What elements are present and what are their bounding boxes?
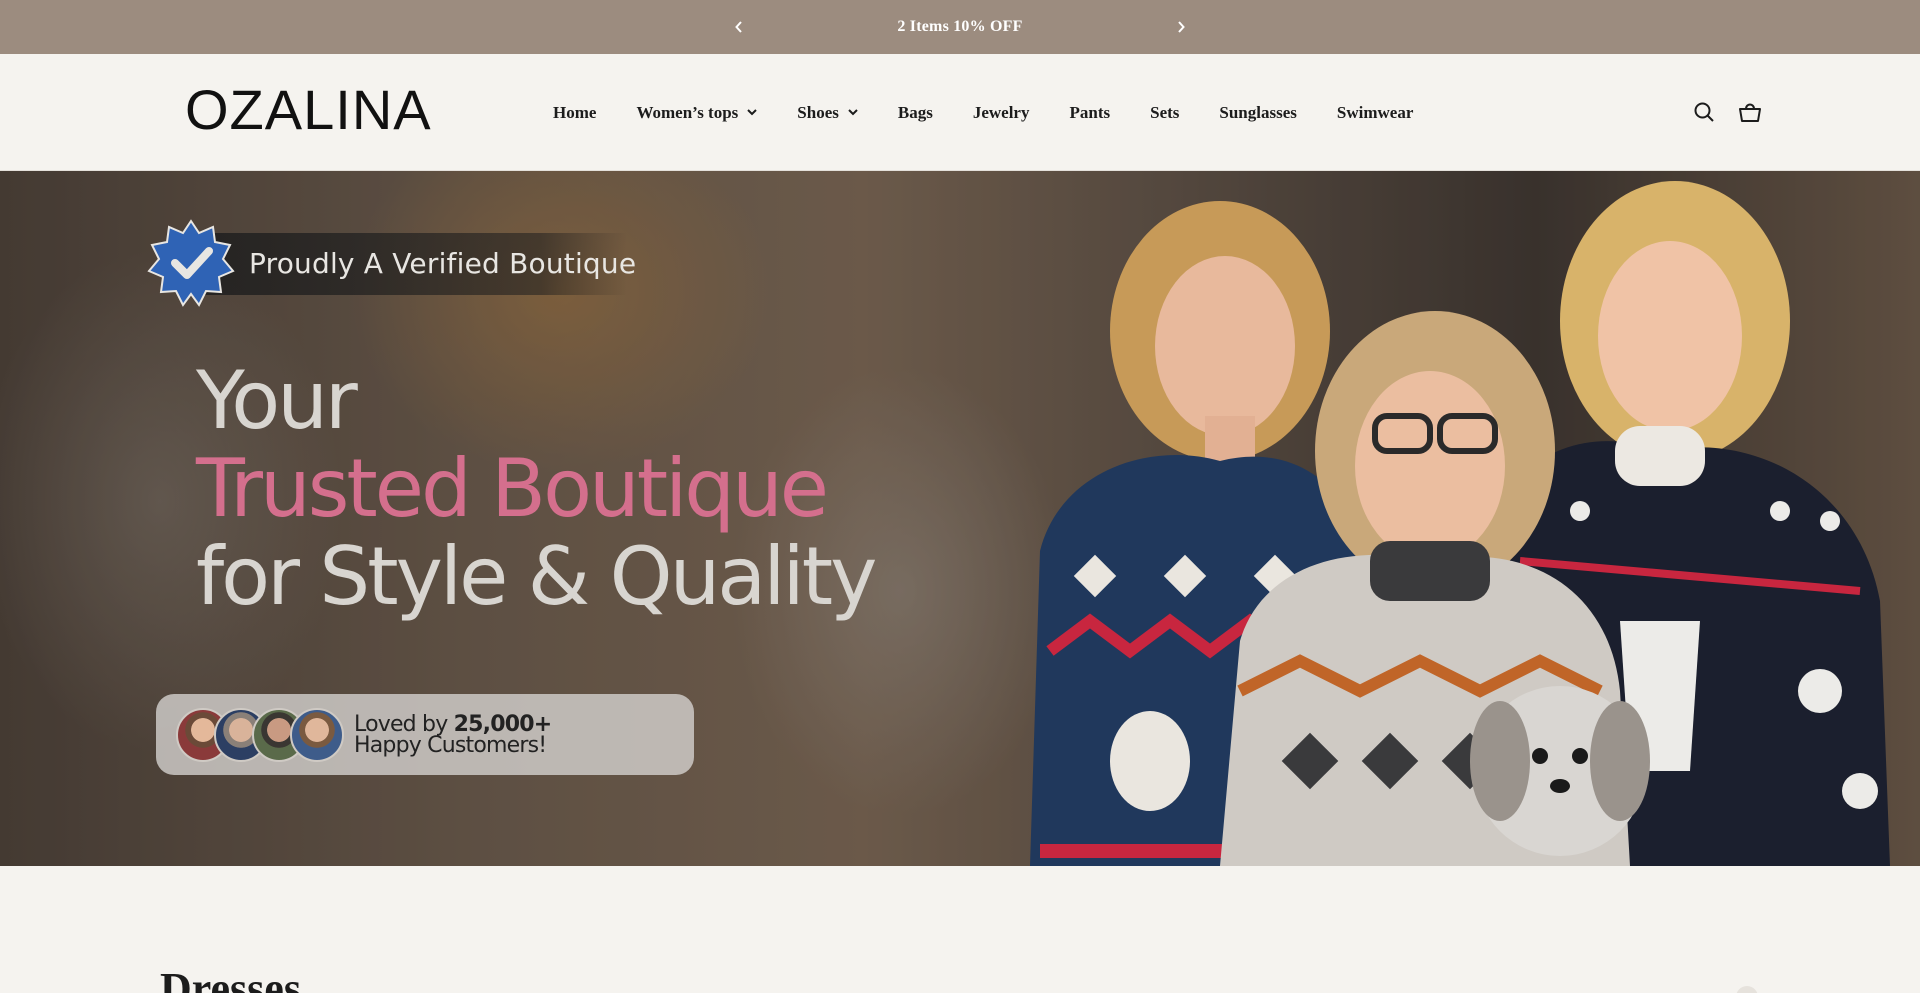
nav-label: Pants <box>1069 102 1111 122</box>
nav-label: Home <box>553 102 597 122</box>
nav-label: Jewelry <box>972 102 1030 122</box>
chevron-left-icon <box>735 21 742 33</box>
customer-avatars <box>176 707 344 762</box>
nav-item-sunglasses[interactable]: Sunglasses <box>1219 103 1296 123</box>
hero-people-image <box>1030 181 1890 866</box>
nav-item-pants[interactable]: Pants <box>1069 103 1110 123</box>
nav-item-jewelry[interactable]: Jewelry <box>973 103 1030 123</box>
chevron-down-icon <box>848 109 858 116</box>
carousel-control[interactable] <box>1736 986 1758 993</box>
announcement-bar: 2 Items 10% OFF <box>0 0 1920 54</box>
nav-label: Shoes <box>797 102 839 122</box>
chevron-down-icon <box>747 109 758 116</box>
verified-text: Proudly A Verified Boutique <box>249 246 637 280</box>
cart-icon[interactable] <box>1738 100 1762 124</box>
nav-item-shoes[interactable]: Shoes <box>797 103 858 123</box>
nav-label: Women’s tops <box>636 102 739 122</box>
search-icon[interactable] <box>1692 100 1716 124</box>
headline-line-2: Trusted Boutique <box>196 442 829 535</box>
chevron-right-icon <box>1178 21 1185 33</box>
site-header: OZALINA Home Women’s tops Shoes Bags Jew… <box>0 54 1920 171</box>
announcement-prev-button[interactable] <box>729 17 749 37</box>
nav-item-home[interactable]: Home <box>553 103 596 123</box>
nav-item-swimwear[interactable]: Swimwear <box>1337 103 1413 123</box>
avatar <box>290 707 344 762</box>
nav-label: Swimwear <box>1336 102 1414 122</box>
section-title: Dresses <box>160 964 301 993</box>
site-logo[interactable]: OZALINA <box>185 82 432 138</box>
social-proof-pill: Loved by 25,000+ Happy Customers! <box>156 694 694 775</box>
verified-check-icon <box>147 219 235 307</box>
nav-item-bags[interactable]: Bags <box>898 103 933 123</box>
nav-label: Sets <box>1150 102 1180 122</box>
nav-label: Sunglasses <box>1219 102 1297 122</box>
loved-suffix: Happy Customers! <box>354 732 547 758</box>
nav-item-sets[interactable]: Sets <box>1150 103 1179 123</box>
header-actions <box>1692 100 1762 124</box>
verified-badge: Proudly A Verified Boutique <box>147 219 636 307</box>
hero-banner[interactable]: Proudly A Verified Boutique Your Trusted… <box>0 171 1920 866</box>
announcement-next-button[interactable] <box>1171 17 1191 37</box>
social-proof-text: Loved by 25,000+ Happy Customers! <box>354 713 552 758</box>
main-nav: Home Women’s tops Shoes Bags Jewelry Pan… <box>553 54 1413 171</box>
announcement-message: 2 Items 10% OFF <box>897 18 1023 35</box>
headline-line-1: Your <box>196 354 358 447</box>
nav-item-womens-tops[interactable]: Women’s tops <box>636 102 758 123</box>
nav-label: Bags <box>897 102 933 122</box>
hero-headline: Your Trusted Boutique for Style & Qualit… <box>196 354 877 623</box>
headline-line-3: for Style & Quality <box>196 530 877 623</box>
